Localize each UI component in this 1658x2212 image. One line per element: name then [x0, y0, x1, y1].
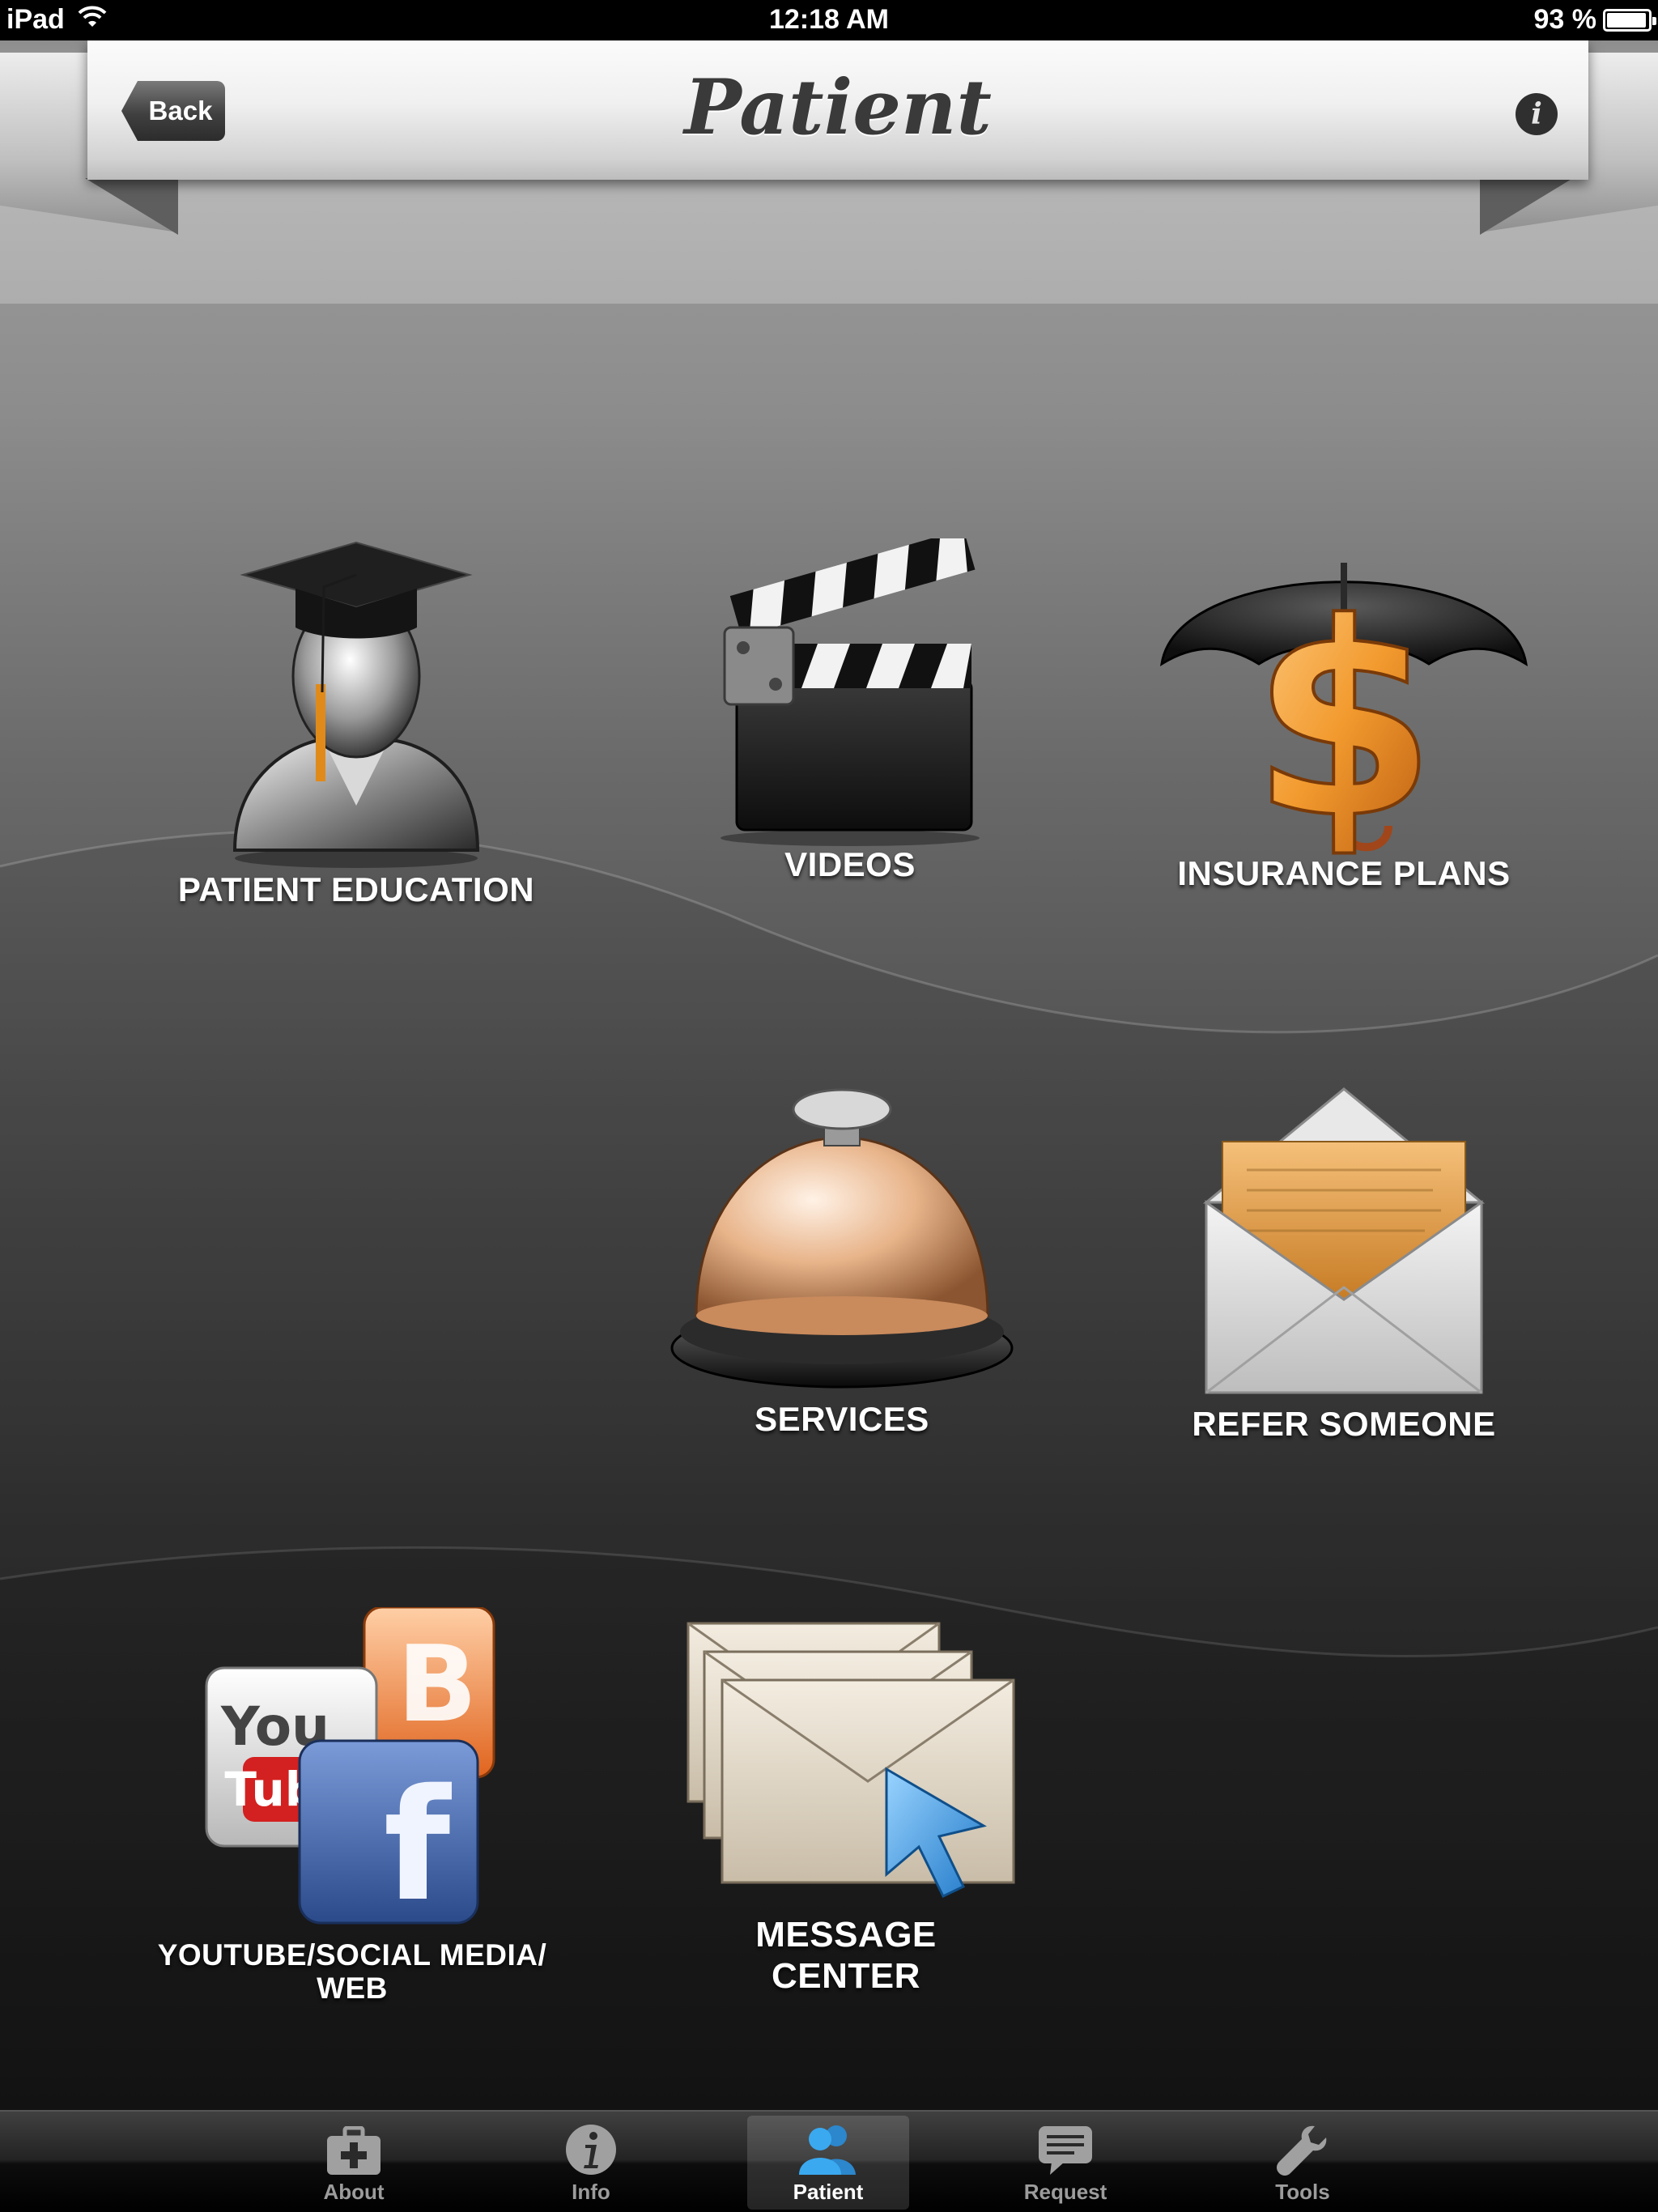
battery-percent: 93 % [1533, 4, 1597, 35]
umbrella-dollar-icon: $ [1160, 563, 1528, 862]
clapperboard-icon [721, 538, 980, 846]
tile-label-line2: CENTER [772, 1955, 920, 1996]
tile-label: YOUTUBE/SOCIAL MEDIA/ WEB [157, 1938, 547, 2005]
tile-social-media[interactable]: B You Tube f YOUTUBE/SOCIAL MEDIA/ WEB [146, 1607, 559, 2005]
header-banner: Back Patient i [87, 40, 1588, 180]
tile-label: SERVICES [755, 1400, 929, 1438]
tile-label: PATIENT EDUCATION [177, 870, 535, 908]
tab-label: Request [1023, 2180, 1107, 2204]
tab-label: Patient [793, 2180, 864, 2204]
status-bar: iPad 12:18 AM 93 % [0, 0, 1658, 40]
tile-videos[interactable]: VIDEOS [672, 538, 1028, 883]
tile-label: REFER SOMEONE [1192, 1405, 1496, 1443]
tab-about[interactable]: About [273, 2116, 435, 2210]
info-button[interactable]: i [1516, 93, 1558, 135]
info-icon [566, 2125, 616, 2175]
tab-bar: About Info Patient Request Tools [0, 2110, 1658, 2212]
screen: iPad 12:18 AM 93 % Back Patient i PATIEN… [0, 0, 1658, 2212]
svg-text:B: B [397, 1623, 477, 1746]
social-media-icon: B You Tube f [205, 1607, 495, 1931]
medical-kit-icon [327, 2126, 380, 2175]
tab-label: Tools [1275, 2180, 1330, 2204]
wrench-icon [1277, 2125, 1327, 2176]
tile-label-line2: WEB [317, 1971, 388, 2005]
svg-text:f: f [384, 1756, 453, 1931]
tile-refer-someone[interactable]: REFER SOMEONE [1150, 1081, 1538, 1442]
tile-patient-education[interactable]: PATIENT EDUCATION [154, 538, 559, 908]
tab-tools[interactable]: Tools [1222, 2116, 1384, 2210]
status-time: 12:18 AM [768, 4, 890, 35]
tab-label: About [323, 2180, 385, 2204]
tile-insurance-plans[interactable]: $ INSURANCE PLANS [1146, 522, 1542, 891]
tile-message-center[interactable]: MESSAGE CENTER [664, 1607, 1028, 1997]
tab-request[interactable]: Request [984, 2116, 1146, 2210]
tab-label: Info [572, 2180, 610, 2204]
tab-patient[interactable]: Patient [747, 2116, 909, 2210]
people-icon [799, 2125, 856, 2175]
page-title: Patient [684, 63, 992, 152]
tile-label: INSURANCE PLANS [1177, 854, 1511, 892]
graduate-icon [232, 541, 480, 868]
open-envelope-icon [1202, 1087, 1486, 1394]
tab-info[interactable]: Info [510, 2116, 672, 2210]
service-bell-icon [670, 1088, 1014, 1389]
envelopes-cursor-icon [687, 1622, 1015, 1898]
tile-label-line1: YOUTUBE/SOCIAL MEDIA/ [157, 1938, 547, 1972]
tile-services[interactable]: SERVICES [648, 1081, 1036, 1437]
tile-label-line1: MESSAGE [755, 1915, 937, 1955]
tile-label: VIDEOS [784, 845, 916, 883]
svg-text:$: $ [1251, 566, 1437, 862]
battery-icon [1603, 8, 1656, 32]
tile-label: MESSAGE CENTER [755, 1915, 937, 1997]
speech-bubble-icon [1039, 2126, 1092, 2175]
